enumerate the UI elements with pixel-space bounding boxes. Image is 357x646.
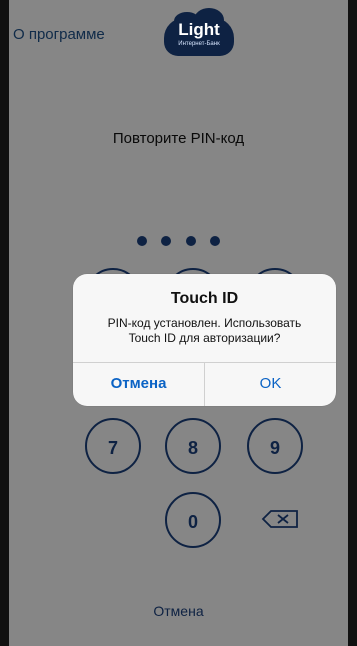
app-screen: О программе Light Интернет-Банк Повторит… <box>9 0 348 646</box>
logo-text: Light <box>178 20 220 39</box>
alert-message: PIN-код установлен. Использовать Touch I… <box>107 316 302 345</box>
alert-ok-button[interactable]: OK <box>205 362 336 406</box>
touchid-alert: Touch ID PIN-код установлен. Использоват… <box>73 274 336 406</box>
alert-cancel-button[interactable]: Отмена <box>73 362 204 406</box>
alert-title: Touch ID <box>170 290 239 307</box>
logo-subtext: Интернет-Банк <box>178 41 220 47</box>
